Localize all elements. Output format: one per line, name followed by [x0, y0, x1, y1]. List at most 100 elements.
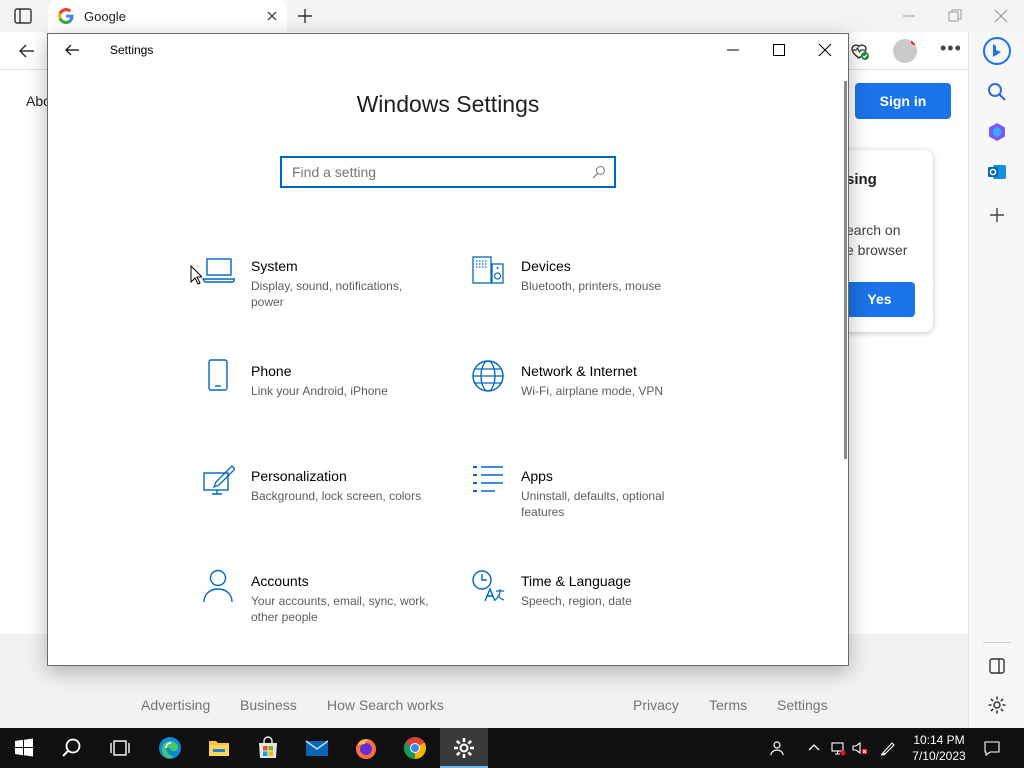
chrome-icon [404, 737, 426, 759]
search-icon [62, 738, 81, 757]
settings-category-devices[interactable]: Devices Bluetooth, printers, mouse [471, 254, 721, 326]
popup-heading: sing [846, 171, 877, 188]
taskbar-search-button[interactable] [48, 728, 96, 768]
clock-time: 10:14 PM [913, 733, 965, 747]
windows-taskbar: 10:14 PM 7/10/2023 [0, 728, 1024, 768]
tray-overflow-chevron-up-icon[interactable] [806, 740, 822, 756]
taskbar-store-app[interactable] [244, 728, 292, 768]
sidebar-divider [983, 642, 1011, 643]
footer-link-business[interactable]: Business [240, 697, 297, 713]
settings-category-phone[interactable]: Phone Link your Android, iPhone [201, 359, 451, 431]
settings-category-time-language[interactable]: Time & Language Speech, region, date [471, 569, 721, 641]
speaker-muted-icon[interactable] [852, 740, 868, 756]
tab-actions-icon[interactable] [14, 8, 32, 24]
footer-link-settings[interactable]: Settings [777, 697, 828, 713]
settings-category-personalization[interactable]: Personalization Background, lock screen,… [201, 464, 451, 536]
category-description: Wi-Fi, airplane mode, VPN [521, 384, 664, 398]
footer-link-advertising[interactable]: Advertising [141, 697, 210, 713]
browser-more-menu-icon[interactable]: ••• [940, 38, 962, 59]
category-title: Personalization [251, 468, 347, 484]
search-icon [592, 166, 605, 179]
browser-essentials-heart-icon[interactable] [848, 40, 870, 62]
sidebar-search-icon[interactable] [987, 82, 1007, 102]
google-favicon-icon [58, 8, 74, 24]
taskbar-mail-app[interactable] [293, 728, 341, 768]
taskbar-file-explorer-app[interactable] [195, 728, 243, 768]
action-center-notification-icon[interactable] [984, 740, 1000, 756]
apps-list-icon [473, 466, 503, 492]
category-title: Phone [251, 363, 292, 379]
paint-icon [203, 465, 235, 495]
settings-category-network-internet[interactable]: Network & Internet Wi-Fi, airplane mode,… [471, 359, 721, 431]
footer-link-how-search-works[interactable]: How Search works [327, 697, 444, 713]
settings-close-icon[interactable] [818, 43, 832, 57]
taskbar-clock[interactable]: 10:14 PM 7/10/2023 [906, 732, 972, 764]
category-title: Apps [521, 468, 553, 484]
clock-date: 7/10/2023 [912, 749, 966, 763]
browser-tab-google[interactable]: Google [48, 0, 287, 32]
laptop-icon [201, 258, 235, 283]
phone-icon [208, 359, 228, 391]
sidebar-office-icon[interactable] [987, 122, 1007, 142]
sidebar-settings-gear-icon[interactable] [987, 695, 1007, 715]
sidebar-outlook-icon[interactable] [987, 162, 1007, 182]
settings-category-accounts[interactable]: Accounts Your accounts, email, sync, wor… [201, 569, 451, 641]
mouse-cursor-icon [190, 265, 202, 285]
settings-back-arrow-icon[interactable] [64, 42, 80, 58]
footer-link-privacy[interactable]: Privacy [633, 697, 679, 713]
taskbar-firefox-app[interactable] [342, 728, 390, 768]
category-description: Uninstall, defaults, optional features [521, 489, 665, 519]
network-status-icon[interactable] [830, 740, 846, 756]
browser-minimize-icon[interactable] [902, 9, 916, 23]
people-icon[interactable] [770, 740, 786, 756]
browser-close-icon[interactable] [994, 9, 1008, 23]
google-sign-in-button[interactable]: Sign in [855, 83, 951, 119]
sidebar-hide-panel-icon[interactable] [987, 656, 1007, 676]
browser-back-arrow-icon[interactable] [18, 42, 36, 60]
edge-browser-icon [159, 737, 181, 759]
task-view-button[interactable] [96, 728, 144, 768]
settings-window-title: Settings [110, 43, 154, 57]
settings-maximize-icon[interactable] [772, 43, 786, 57]
new-tab-plus-icon[interactable] [296, 7, 314, 25]
category-title: Network & Internet [521, 363, 637, 379]
category-description: Speech, region, date [521, 594, 632, 608]
bing-chat-icon[interactable] [983, 37, 1011, 65]
settings-category-system[interactable]: System Display, sound, notifications, po… [201, 254, 451, 326]
firefox-icon [356, 739, 376, 759]
tab-close-icon[interactable] [265, 9, 279, 23]
time-language-icon [472, 570, 505, 602]
settings-scrollbar[interactable] [844, 81, 847, 459]
category-description: Background, lock screen, colors [251, 489, 422, 503]
popup-text-line-2: e browser [846, 242, 908, 258]
category-description: Bluetooth, printers, mouse [521, 279, 662, 293]
category-description: Your accounts, email, sync, work, other … [251, 594, 429, 624]
popup-yes-button[interactable]: Yes [844, 282, 915, 317]
pen-workspace-icon[interactable] [880, 740, 896, 756]
settings-search-box[interactable] [280, 156, 616, 188]
browser-sidebar [968, 32, 1024, 728]
footer-link-terms[interactable]: Terms [709, 697, 747, 713]
category-title: Time & Language [521, 573, 631, 589]
category-title: Accounts [251, 573, 309, 589]
taskbar-chrome-app[interactable] [391, 728, 439, 768]
taskbar-settings-app[interactable] [440, 728, 488, 768]
devices-icon [472, 256, 504, 284]
file-explorer-folder-icon [209, 741, 229, 756]
category-title: System [251, 258, 298, 274]
browser-profile-avatar[interactable] [893, 39, 917, 63]
windows-logo-icon [15, 738, 33, 757]
settings-category-apps[interactable]: Apps Uninstall, defaults, optional featu… [471, 464, 721, 536]
category-description: Link your Android, iPhone [251, 384, 388, 398]
category-description: Display, sound, notifications, power [251, 279, 403, 309]
settings-window: Settings Windows Settings System Display… [47, 33, 849, 666]
settings-gear-icon [454, 738, 474, 758]
globe-icon [472, 360, 504, 392]
settings-minimize-icon[interactable] [726, 43, 740, 57]
start-button[interactable] [0, 728, 48, 768]
settings-search-input[interactable] [292, 163, 582, 181]
taskbar-edge-app[interactable] [146, 728, 194, 768]
browser-restore-icon[interactable] [948, 9, 962, 23]
sidebar-add-icon[interactable] [987, 205, 1007, 225]
settings-heading: Windows Settings [356, 91, 540, 117]
